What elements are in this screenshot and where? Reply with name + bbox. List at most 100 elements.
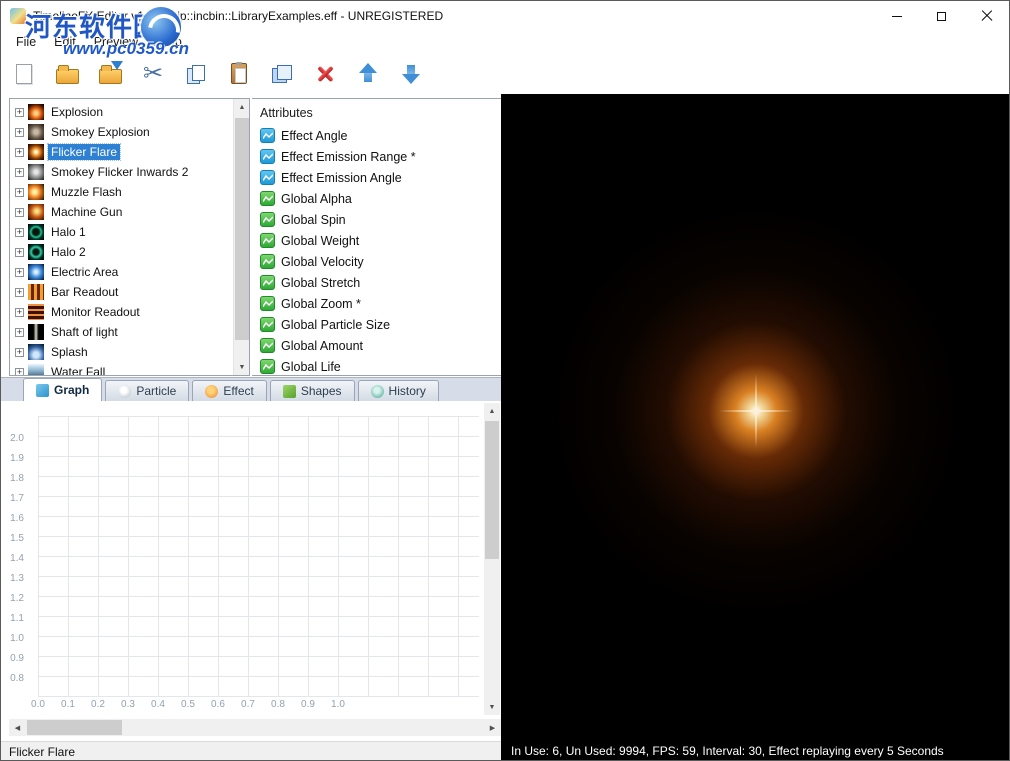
tab-graph[interactable]: Graph xyxy=(23,378,102,401)
tab-effect[interactable]: Effect xyxy=(192,380,266,401)
x-tick-label: 0.5 xyxy=(173,699,203,710)
scroll-down-icon[interactable]: ▼ xyxy=(484,699,500,715)
scrollbar-thumb[interactable] xyxy=(485,421,499,559)
attribute-item[interactable]: Effect Angle xyxy=(252,125,501,146)
y-tick-label: 1.2 xyxy=(1,589,27,609)
cut-button[interactable] xyxy=(134,56,172,92)
scrollbar-thumb[interactable] xyxy=(27,720,122,735)
attribute-item[interactable]: Global Amount xyxy=(252,335,501,356)
maximize-icon xyxy=(937,12,946,21)
attribute-item[interactable]: Global Spin xyxy=(252,209,501,230)
duplicate-button[interactable] xyxy=(263,56,301,92)
tab-history[interactable]: History xyxy=(358,380,439,401)
copy-button[interactable] xyxy=(177,56,215,92)
y-tick-label: 0.9 xyxy=(1,649,27,669)
attribute-item[interactable]: Global Zoom * xyxy=(252,293,501,314)
attribute-item[interactable]: Global Velocity xyxy=(252,251,501,272)
effect-thumbnail xyxy=(28,284,44,300)
expand-plus-icon[interactable] xyxy=(15,108,24,117)
expand-plus-icon[interactable] xyxy=(15,208,24,217)
attribute-item[interactable]: Effect Emission Range * xyxy=(252,146,501,167)
effect-tree-item[interactable]: Muzzle Flash xyxy=(10,182,233,202)
effect-tree-item[interactable]: Water Fall xyxy=(10,362,233,375)
menu-item[interactable]: Edit xyxy=(45,32,85,52)
open-library-button[interactable] xyxy=(48,56,86,92)
toolbar-button-icon xyxy=(143,62,163,86)
tab-particle[interactable]: Particle xyxy=(105,380,189,401)
effect-thumbnail xyxy=(28,164,44,180)
move-up-button[interactable] xyxy=(349,56,387,92)
minimize-icon xyxy=(892,16,902,17)
maximize-button[interactable] xyxy=(919,1,964,31)
graph-curve-icon xyxy=(260,317,275,332)
expand-plus-icon[interactable] xyxy=(15,268,24,277)
expand-plus-icon[interactable] xyxy=(15,348,24,357)
menu-item[interactable]: Preview xyxy=(85,32,147,52)
effect-tree-item[interactable]: Halo 2 xyxy=(10,242,233,262)
tab-shapes[interactable]: Shapes xyxy=(270,380,355,401)
library-scrollbar[interactable]: ▲ ▼ xyxy=(233,99,249,375)
effect-thumbnail xyxy=(28,264,44,280)
attribute-item[interactable]: Global Particle Size xyxy=(252,314,501,335)
graph-horizontal-scrollbar[interactable]: ◀ ▶ xyxy=(9,719,501,736)
scroll-up-icon[interactable]: ▲ xyxy=(484,403,500,419)
attributes-list: Effect Angle Effect Emission Range * Eff… xyxy=(252,125,501,377)
menu-item[interactable]: File xyxy=(7,32,45,52)
effect-tree-item[interactable]: Smokey Flicker Inwards 2 xyxy=(10,162,233,182)
effect-tree-item[interactable]: Monitor Readout xyxy=(10,302,233,322)
effect-tree-item[interactable]: Splash xyxy=(10,342,233,362)
scroll-left-icon[interactable]: ◀ xyxy=(9,719,26,736)
attribute-label: Global Life xyxy=(281,360,341,374)
minimize-button[interactable] xyxy=(874,1,919,31)
attribute-item[interactable]: Global Weight xyxy=(252,230,501,251)
attributes-panel: Attributes Effect Angle Effect Emission … xyxy=(252,98,501,376)
menu-item[interactable]: Help xyxy=(147,32,191,52)
attribute-item[interactable]: Effect Emission Angle xyxy=(252,167,501,188)
graph-curve-icon xyxy=(260,359,275,374)
effect-tree-item[interactable]: Machine Gun xyxy=(10,202,233,222)
paste-button[interactable] xyxy=(220,56,258,92)
attribute-label: Effect Emission Range * xyxy=(281,150,416,164)
attribute-item[interactable]: Global Alpha xyxy=(252,188,501,209)
graph-curve-icon xyxy=(260,149,275,164)
effect-tree-item[interactable]: Shaft of light xyxy=(10,322,233,342)
effect-preview-canvas[interactable] xyxy=(501,94,1010,761)
effect-tree-item[interactable]: Flicker Flare xyxy=(10,142,233,162)
graph-vertical-scrollbar[interactable]: ▲ ▼ xyxy=(484,403,500,715)
new-effect-button[interactable] xyxy=(5,56,43,92)
import-library-button[interactable] xyxy=(91,56,129,92)
scroll-right-icon[interactable]: ▶ xyxy=(484,719,501,736)
graph-canvas[interactable] xyxy=(38,416,479,697)
tab-icon xyxy=(283,385,296,398)
toolbar-button-icon xyxy=(186,64,206,84)
x-tick-label: 0.3 xyxy=(113,699,143,710)
effect-tree-item[interactable]: Explosion xyxy=(10,102,233,122)
effect-tree-item[interactable]: Halo 1 xyxy=(10,222,233,242)
tab-bar: Graph Particle Effect Shapes History xyxy=(1,377,501,401)
expand-plus-icon[interactable] xyxy=(15,308,24,317)
expand-plus-icon[interactable] xyxy=(15,148,24,157)
scroll-down-icon[interactable]: ▼ xyxy=(234,359,250,375)
x-tick-label: 0.8 xyxy=(263,699,293,710)
expand-plus-icon[interactable] xyxy=(15,228,24,237)
effect-tree-item[interactable]: Smokey Explosion xyxy=(10,122,233,142)
expand-plus-icon[interactable] xyxy=(15,128,24,137)
scroll-up-icon[interactable]: ▲ xyxy=(234,99,250,115)
expand-plus-icon[interactable] xyxy=(15,188,24,197)
effect-tree-item[interactable]: Electric Area xyxy=(10,262,233,282)
delete-button[interactable] xyxy=(306,56,344,92)
move-down-button[interactable] xyxy=(392,56,430,92)
attribute-label: Global Velocity xyxy=(281,255,364,269)
expand-plus-icon[interactable] xyxy=(15,288,24,297)
effect-tree-item[interactable]: Bar Readout xyxy=(10,282,233,302)
scrollbar-thumb[interactable] xyxy=(235,118,249,340)
graph-curve-icon xyxy=(260,275,275,290)
expand-plus-icon[interactable] xyxy=(15,368,24,376)
close-button[interactable] xyxy=(964,1,1009,31)
expand-plus-icon[interactable] xyxy=(15,328,24,337)
expand-plus-icon[interactable] xyxy=(15,168,24,177)
attribute-item[interactable]: Global Stretch xyxy=(252,272,501,293)
attribute-item[interactable]: Global Life xyxy=(252,356,501,377)
expand-plus-icon[interactable] xyxy=(15,248,24,257)
effect-label: Shaft of light xyxy=(48,324,121,340)
